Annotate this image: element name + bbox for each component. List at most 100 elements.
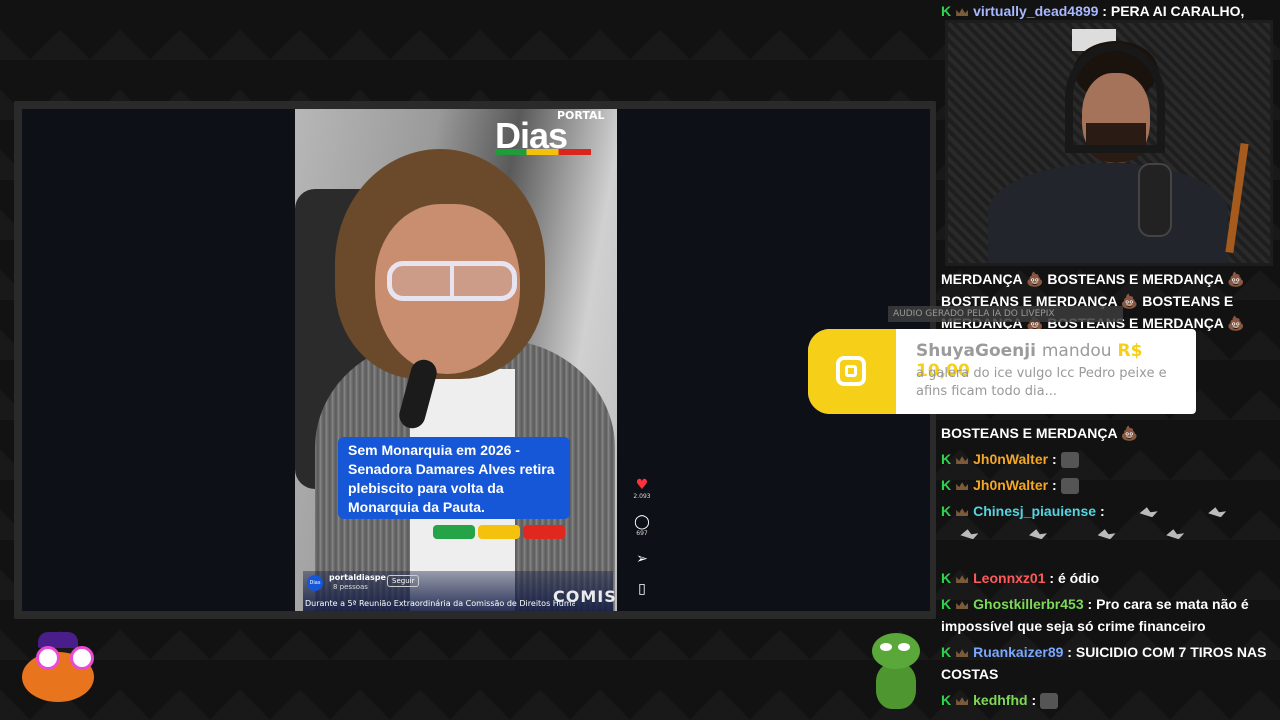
chat-message: K Ghostkillerbr453 : Pro cara se mata não…	[941, 596, 1249, 612]
chat-message: impossível que seja só crime financeiro	[941, 615, 1271, 637]
crown-icon	[956, 649, 969, 658]
pepe-body	[876, 663, 916, 709]
shark-emote-icon	[1166, 529, 1185, 540]
chat-text: COSTAS	[941, 666, 999, 682]
shark-emote-icon	[1097, 529, 1116, 540]
kick-badge-icon: K	[941, 503, 952, 519]
caption-bubbles	[433, 524, 568, 543]
crown-icon	[956, 456, 969, 465]
chat-message: BOSTEANS E MERDANÇA 💩	[941, 422, 1271, 444]
channel-bar: Dias portaldiaspe 8 pessoas Seguir Duran…	[303, 571, 616, 611]
chat-text: PERA AI CARALHO,	[1110, 3, 1245, 19]
chat-message: K Leonnxz01 : é ódio	[941, 570, 1100, 586]
mascot-emote-left	[18, 632, 100, 708]
channel-name[interactable]: portaldiaspe	[329, 573, 386, 582]
chat-message: Kkedhfhd :	[941, 689, 1271, 711]
chat-message: Kvirtually_dead4899 : PERA AI CARALHO,	[941, 3, 1245, 19]
video-watermark: COMIS	[553, 587, 617, 606]
chat-message: COSTAS	[941, 663, 1271, 685]
mascot-goggle-left	[36, 646, 60, 670]
chat-username[interactable]: Jh0nWalter	[973, 451, 1048, 467]
follow-button[interactable]: Seguir	[387, 575, 420, 587]
chat-username[interactable]: Ruankaizer89	[973, 644, 1063, 660]
chat-username[interactable]: Leonnxz01	[973, 570, 1045, 586]
chat-username[interactable]: virtually_dead4899	[973, 3, 1098, 19]
chat-text: é ódio	[1057, 570, 1100, 586]
alert-label: AUDIO GERADO PELA IA DO LIVEPIX	[888, 306, 1123, 322]
share-button[interactable]: ➢	[632, 551, 652, 567]
chat-text: BOSTEANS E MERDANÇA 💩	[941, 425, 1139, 441]
shark-emote-icon	[960, 529, 979, 540]
shark-emote-icon	[1029, 529, 1048, 540]
emote-thumbnail	[1060, 452, 1079, 469]
crown-icon	[956, 508, 969, 517]
crown-icon	[956, 8, 969, 17]
kick-badge-icon: K	[941, 451, 952, 467]
chat-message: K Ruankaizer89 : SUICIDIO COM 7 TIROS NAS	[941, 644, 1267, 660]
channel-avatar[interactable]: Dias	[307, 575, 323, 591]
emote-thumbnail	[1060, 478, 1079, 495]
bookmark-icon: ▯	[638, 581, 646, 597]
green-bubble	[433, 525, 475, 539]
yellow-bubble	[478, 525, 520, 539]
livepix-icon	[836, 356, 866, 386]
crown-icon	[956, 575, 969, 584]
headphones-icon	[1065, 43, 1165, 153]
chat-message: K Jh0nWalter :	[941, 474, 1271, 496]
kick-badge-icon: K	[941, 3, 952, 19]
reel-action-bar: ♥ 2.093 ◯ 697 ➢ ▯	[632, 477, 652, 611]
red-bubble	[523, 525, 565, 539]
save-button[interactable]: ▯	[632, 581, 652, 597]
alert-icon-box	[808, 329, 896, 414]
kick-badge-icon: K	[941, 570, 952, 586]
portal-dias-logo: Dias PORTAL	[495, 109, 605, 161]
comment-icon: ◯	[634, 514, 650, 530]
webcam-overlay	[945, 20, 1273, 266]
microphone-icon	[1138, 163, 1172, 237]
logo-portal: PORTAL	[557, 109, 605, 122]
alert-verb: mandou	[1041, 341, 1112, 361]
donation-alert: ShuyaGoenji mandou R$ 10,00 a galera do …	[808, 329, 1196, 414]
comment-button[interactable]: ◯ 697	[632, 514, 652, 537]
pepe-emote	[866, 633, 926, 711]
chat-username[interactable]: Ghostkillerbr453	[973, 596, 1084, 612]
comment-count: 697	[636, 530, 648, 537]
chat-username[interactable]: Chinesj_piauiense	[973, 503, 1096, 519]
kick-badge-icon: K	[941, 692, 952, 708]
emote-thumbnail	[1040, 693, 1059, 710]
pepe-eye-right	[898, 643, 910, 651]
share-icon: ➢	[636, 551, 648, 567]
chat-text: MERDANÇA 💩 BOSTEANS E MERDANÇA 💩	[941, 271, 1245, 287]
instagram-reel-player[interactable]: Dias PORTAL Sem Monarquia em 2026 - Sena…	[22, 109, 930, 611]
kick-badge-icon: K	[941, 596, 952, 612]
like-button[interactable]: ♥ 2.093	[632, 477, 652, 500]
pepe-eye-left	[880, 643, 892, 651]
chat-message: K Chinesj_piauiense :	[941, 500, 1271, 544]
chat-username[interactable]: kedhfhd	[973, 692, 1027, 708]
streamer-shirt	[988, 163, 1228, 263]
shark-emote-icon	[1139, 507, 1158, 518]
crown-icon	[956, 482, 969, 491]
reel-video[interactable]: Dias PORTAL Sem Monarquia em 2026 - Sena…	[295, 109, 617, 611]
chat-text: Pro cara se mata não é	[1096, 596, 1249, 612]
video-description: Durante a 5ª Reunião Extraordinária da C…	[305, 599, 575, 608]
mascot-goggle-right	[70, 646, 94, 670]
shark-emote-icon	[1208, 507, 1227, 518]
kick-badge-icon: K	[941, 477, 952, 493]
crown-icon	[956, 697, 969, 706]
video-caption: Sem Monarquia em 2026 - Senadora Damares…	[338, 437, 570, 519]
donation-message: a galera do ice vulgo lcc Pedro peixe e …	[916, 366, 1167, 399]
chat-username[interactable]: Jh0nWalter	[973, 477, 1048, 493]
pepe-head	[872, 633, 920, 669]
chat-text: SUICIDIO COM 7 TIROS NAS	[1075, 644, 1267, 660]
logo-stripe	[495, 149, 591, 155]
channel-subtext: 8 pessoas	[333, 583, 368, 591]
heart-icon: ♥	[635, 477, 649, 493]
crown-icon	[956, 601, 969, 610]
chat-message: MERDANÇA 💩 BOSTEANS E MERDANÇA 💩	[941, 268, 1271, 290]
kick-badge-icon: K	[941, 644, 952, 660]
chat-text: impossível que seja só crime financeiro	[941, 618, 1206, 634]
chat-message: K Jh0nWalter :	[941, 448, 1271, 470]
glasses-shape	[387, 261, 517, 301]
like-count: 2.093	[633, 493, 651, 500]
